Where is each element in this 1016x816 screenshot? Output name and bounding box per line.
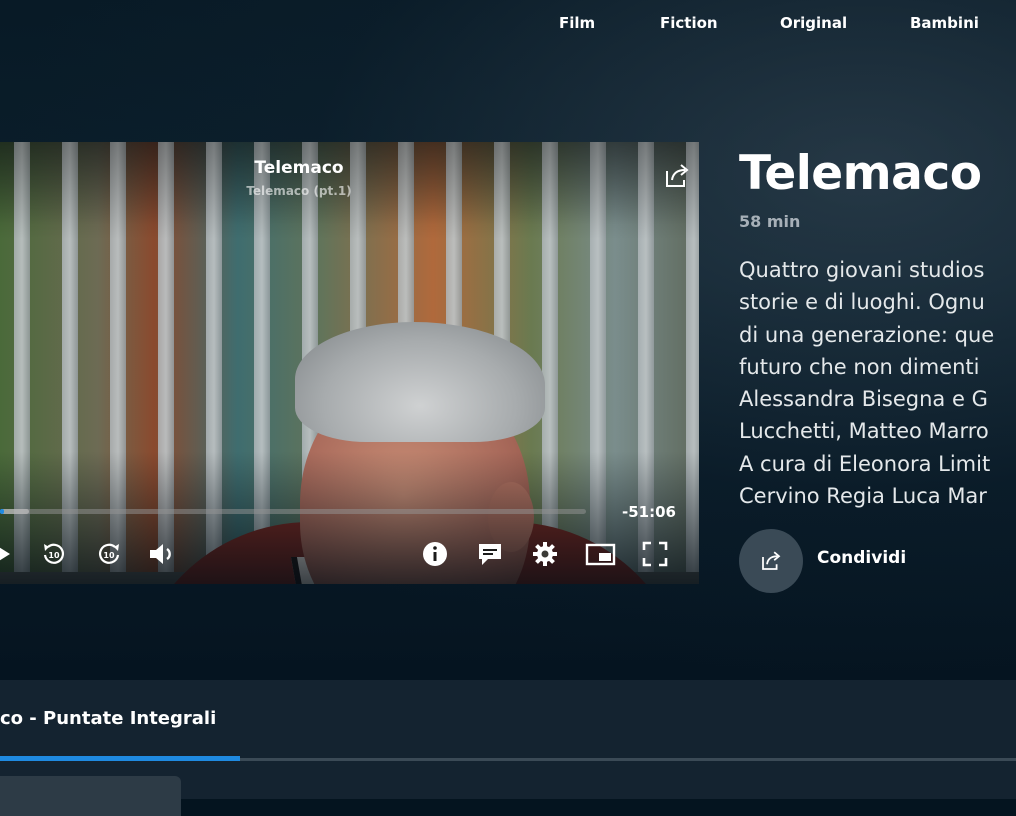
volume-icon[interactable]: [148, 540, 176, 568]
progress-played: [0, 509, 4, 514]
nav-item-bambini[interactable]: Bambini: [910, 14, 979, 32]
subtitles-icon[interactable]: [476, 540, 504, 568]
tab-label: co - Puntate Integrali: [0, 708, 217, 729]
description-line: Quattro giovani studios: [739, 258, 985, 282]
nav-item-original[interactable]: Original: [780, 14, 847, 32]
description-line: Cervino Regia Luca Mar: [739, 484, 987, 509]
progress-bar[interactable]: [0, 509, 586, 514]
description-line: A cura di Eleonora Limit: [739, 451, 991, 476]
duration-label: 58 min: [739, 212, 801, 231]
description-line: storie e di luoghi. Ognu: [739, 290, 985, 315]
info-icon[interactable]: [421, 540, 449, 568]
description-line: Alessandra Bisegna e G: [739, 387, 988, 412]
season-selector[interactable]: [0, 776, 181, 816]
page-title: Telemaco: [739, 146, 982, 201]
description: Quattro giovani studios storie e di luog…: [739, 254, 1016, 512]
time-remaining: -51:06: [622, 503, 676, 521]
description-line: futuro che non dimenti: [739, 354, 980, 379]
tabs-divider: [240, 758, 1016, 761]
top-navigation: Film Fiction Original Bambini: [0, 0, 1016, 50]
svg-text:10: 10: [103, 551, 115, 560]
tab-puntate-integrali[interactable]: co - Puntate Integrali: [0, 680, 240, 761]
share-icon[interactable]: [662, 161, 692, 191]
video-player[interactable]: Telemaco Telemaco (pt.1) -51:06 10 10: [0, 142, 699, 584]
player-title: Telemaco: [254, 158, 344, 178]
play-icon[interactable]: [0, 540, 18, 568]
share-button[interactable]: [739, 529, 803, 593]
svg-text:10: 10: [48, 551, 60, 560]
nav-item-fiction[interactable]: Fiction: [660, 14, 718, 32]
nav-item-film[interactable]: Film: [559, 14, 595, 32]
settings-icon[interactable]: [531, 540, 559, 568]
share-icon: [762, 551, 781, 570]
video-frame: [0, 142, 699, 584]
description-line: di una generazione: que: [739, 322, 995, 347]
fullscreen-icon[interactable]: [641, 540, 669, 568]
rewind-10-icon[interactable]: 10: [40, 540, 68, 568]
video-overlay-gradient: [0, 142, 699, 584]
active-tab-indicator: [0, 756, 240, 761]
episodes-section: co - Puntate Integrali: [0, 680, 1016, 816]
player-subtitle: Telemaco (pt.1): [246, 184, 352, 198]
progress-buffered: [0, 509, 30, 514]
share-label[interactable]: Condividi: [817, 548, 906, 568]
forward-10-icon[interactable]: 10: [95, 540, 123, 568]
picture-in-picture-icon[interactable]: [585, 540, 617, 568]
description-line: Lucchetti, Matteo Marro: [739, 419, 989, 444]
